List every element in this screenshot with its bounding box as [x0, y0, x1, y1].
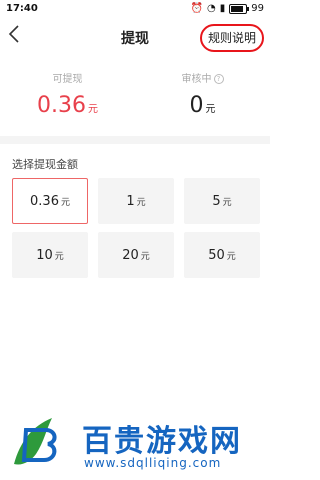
balance-summary: 可提现 0.36 元 审核中? 0元	[0, 60, 270, 130]
amount-option-1[interactable]: 1元	[98, 178, 174, 224]
battery-icon	[229, 3, 250, 14]
watermark-url: www.sdqlliqing.com	[84, 456, 222, 470]
rules-link[interactable]: 规则说明	[199, 24, 264, 52]
reviewing-label: 审核中	[181, 74, 212, 85]
amount-option-50[interactable]: 50 元	[184, 232, 260, 278]
nav-bar: 提现 规则说明	[0, 18, 270, 56]
help-icon[interactable]: ?	[213, 74, 224, 84]
withdrawable-balance: 可提现 0.36 元	[0, 70, 135, 118]
withdrawable-unit: 元	[87, 104, 98, 115]
amount-option-20[interactable]: 20 元	[98, 232, 174, 278]
amount-option-10[interactable]: 10 元	[12, 232, 88, 278]
amount-section-title: 选择提现金额	[12, 158, 78, 171]
section-divider	[0, 136, 270, 144]
watermark: 百贵游戏网 www.sdqlliqing.com	[0, 410, 270, 480]
status-time: 17:40	[6, 3, 38, 14]
amount-option-0.36[interactable]: 0.36 元	[12, 178, 88, 224]
amount-option-5[interactable]: 5元	[184, 178, 260, 224]
signal-icon: ▮	[219, 3, 226, 14]
withdrawable-amount: 0.36	[37, 93, 86, 118]
status-icons: ⏰ ◔ ▮ 99	[191, 3, 264, 14]
reviewing-balance: 审核中? 0元	[135, 70, 270, 118]
alarm-icon: ⏰	[190, 3, 204, 14]
wifi-icon: ◔	[207, 3, 216, 14]
reviewing-unit: 元	[205, 104, 216, 115]
status-bar: 17:40 ⏰ ◔ ▮ 99	[0, 0, 270, 18]
amount-options: 0.36 元 1元 5元 10 元 20 元 50 元	[12, 178, 260, 278]
watermark-text: 百贵游戏网	[82, 424, 242, 459]
reviewing-amount: 0	[189, 93, 204, 118]
battery-level: 99	[251, 3, 264, 14]
withdrawable-label: 可提现	[52, 74, 83, 85]
watermark-logo-icon	[14, 418, 57, 465]
